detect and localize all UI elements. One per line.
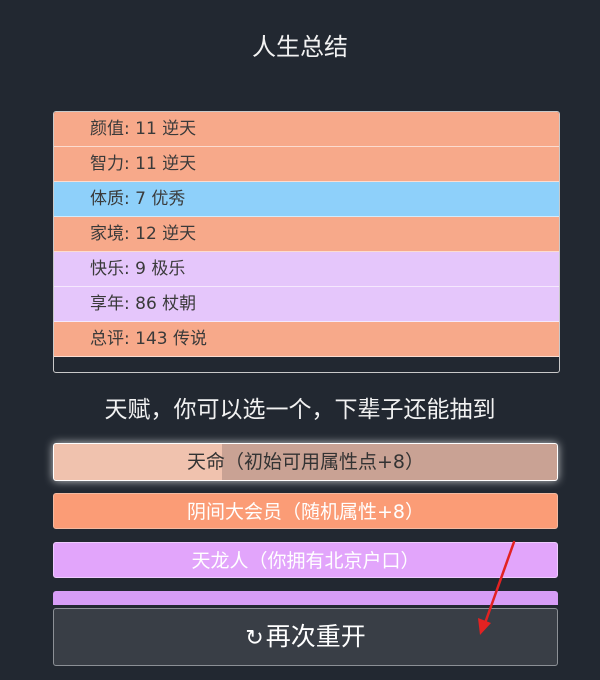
summary-row-intelligence: 智力: 11 逆天 [54, 147, 559, 182]
talent-option-tianming[interactable]: 天命（初始可用属性点+8） [53, 443, 558, 481]
summary-list: 颜值: 11 逆天 智力: 11 逆天 体质: 7 优秀 家境: 12 逆天 快… [53, 111, 560, 373]
refresh-icon: ↻ [245, 626, 264, 651]
summary-row-constitution: 体质: 7 优秀 [54, 182, 559, 217]
page-title: 人生总结 [252, 33, 348, 61]
summary-row-overall: 总评: 143 传说 [54, 322, 559, 357]
summary-row-family: 家境: 12 逆天 [54, 217, 559, 252]
talent-option-underworld-vip[interactable]: 阴间大会员（随机属性+8） [53, 493, 558, 529]
summary-row-appearance: 颜值: 11 逆天 [54, 112, 559, 147]
summary-row-happiness: 快乐: 9 极乐 [54, 252, 559, 287]
talent-heading: 天赋，你可以选一个，下辈子还能抽到 [104, 397, 496, 423]
annotation-arrow-icon [478, 540, 516, 635]
summary-row-lifespan: 享年: 86 杖朝 [54, 287, 559, 322]
restart-label: 再次重开 [265, 622, 366, 651]
